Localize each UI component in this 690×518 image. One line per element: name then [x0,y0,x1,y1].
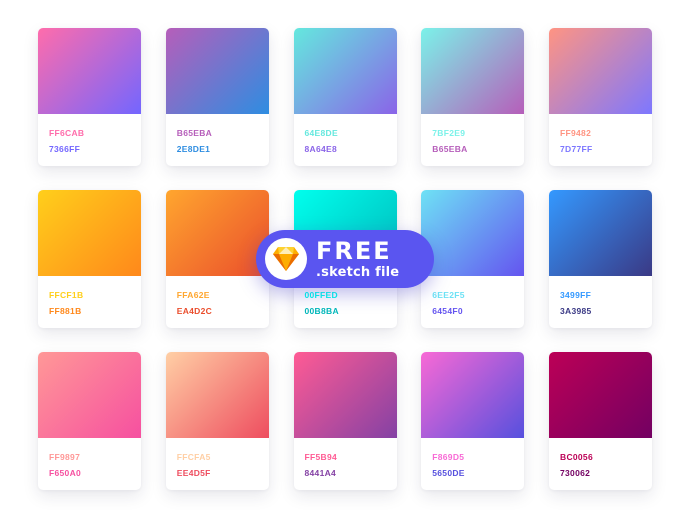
color-code-from: FF5B94 [304,452,338,462]
gradient-swatch [549,352,652,438]
gradient-swatch [38,28,141,114]
color-code-from: 64E8DE [304,128,338,138]
color-code-to: 00B8BA [304,306,339,316]
color-code-from: 6EE2F5 [432,290,465,300]
free-sketch-badge[interactable]: FREE .sketch file [256,230,434,288]
gradient-card[interactable]: FF6CAB 7366FF [38,28,141,166]
gradient-swatch [421,352,525,438]
color-code-to: 3A3985 [560,306,592,316]
color-codes: FF5B94 8441A4 [294,438,397,478]
gradient-card[interactable]: FFCF1B FF881B [38,190,141,328]
color-code-to: B65EBA [432,144,468,154]
gradient-swatch [293,352,397,438]
color-code-to: 5650DE [432,468,465,478]
gradient-card[interactable]: 6EE2F5 6454F0 [421,190,525,328]
color-codes: B65EBA 2E8DE1 [166,114,269,154]
color-code-to: FF881B [49,306,82,316]
gradient-card[interactable]: F869D5 5650DE [421,352,525,490]
badge-text: FREE .sketch file [316,239,399,279]
color-code-from: 7BF2E9 [432,128,466,138]
color-code-from: FFA62E [176,290,210,300]
gradient-card[interactable]: FF9897 F650A0 [38,352,141,490]
color-code-to: 730062 [560,468,591,478]
gradient-swatch [421,190,525,276]
gradient-card[interactable]: B65EBA 2E8DE1 [165,28,269,166]
color-codes: FFCF1B FF881B [38,276,141,316]
color-codes: FF6CAB 7366FF [38,114,141,154]
color-code-from: FF9897 [49,452,81,462]
gradient-swatch [38,352,141,438]
gradient-card[interactable]: FFCFA5 EE4D5F [165,352,269,490]
color-code-from: FF6CAB [49,128,85,138]
gradient-swatch [549,28,652,114]
gradient-swatch [165,28,269,114]
gradient-card[interactable]: FF9482 7D77FF [549,28,652,166]
color-codes: F869D5 5650DE [421,438,524,478]
color-code-from: FFCF1B [49,290,84,300]
gradient-swatch [38,190,141,276]
gradient-card[interactable]: FFA62E EA4D2C [165,190,269,328]
color-code-to: 7D77FF [560,144,593,154]
color-code-from: 00FFED [304,290,338,300]
gradient-card[interactable]: 64E8DE 8A64E8 [293,28,397,166]
gradient-swatch [165,190,269,276]
color-code-from: B65EBA [176,128,213,138]
gradient-swatch [165,352,269,438]
gradient-swatch [549,190,652,276]
color-codes: 7BF2E9 B65EBA [421,114,524,154]
color-code-to: 6454F0 [432,306,463,316]
gradient-card[interactable]: 3499FF 3A3985 [549,190,652,328]
color-codes: FF9897 F650A0 [38,438,141,478]
gradient-card[interactable]: BC0056 730062 [549,352,652,490]
color-codes: 3499FF 3A3985 [549,276,652,316]
color-codes: BC0056 730062 [549,438,652,478]
gradient-card[interactable]: 7BF2E9 B65EBA [421,28,525,166]
color-code-to: 8441A4 [304,468,337,478]
badge-subtitle: .sketch file [316,265,400,280]
color-codes: 64E8DE 8A64E8 [294,114,397,154]
color-code-from: BC0056 [560,452,593,462]
color-code-to: EE4D5F [176,468,211,478]
color-code-from: F869D5 [432,452,465,462]
color-codes: FFCFA5 EE4D5F [166,438,269,478]
color-code-to: 7366FF [49,144,81,154]
gradient-swatch [293,28,397,114]
color-codes: FF9482 7D77FF [549,114,652,154]
color-code-to: 8A64E8 [304,144,338,154]
gradient-swatch [421,28,525,114]
color-code-from: 3499FF [560,290,592,300]
badge-title: FREE [316,237,392,265]
color-code-to: EA4D2C [176,306,213,316]
gradient-card[interactable]: FF5B94 8441A4 [293,352,397,490]
sketch-logo [265,238,307,280]
color-codes: FFA62E EA4D2C [166,276,269,316]
color-code-to: 2E8DE1 [176,144,211,154]
color-code-from: FFCFA5 [176,452,211,462]
color-code-to: F650A0 [49,468,82,478]
sketch-diamond-icon [273,247,299,271]
color-codes: 6EE2F5 6454F0 [421,276,524,316]
color-code-from: FF9482 [560,128,592,138]
